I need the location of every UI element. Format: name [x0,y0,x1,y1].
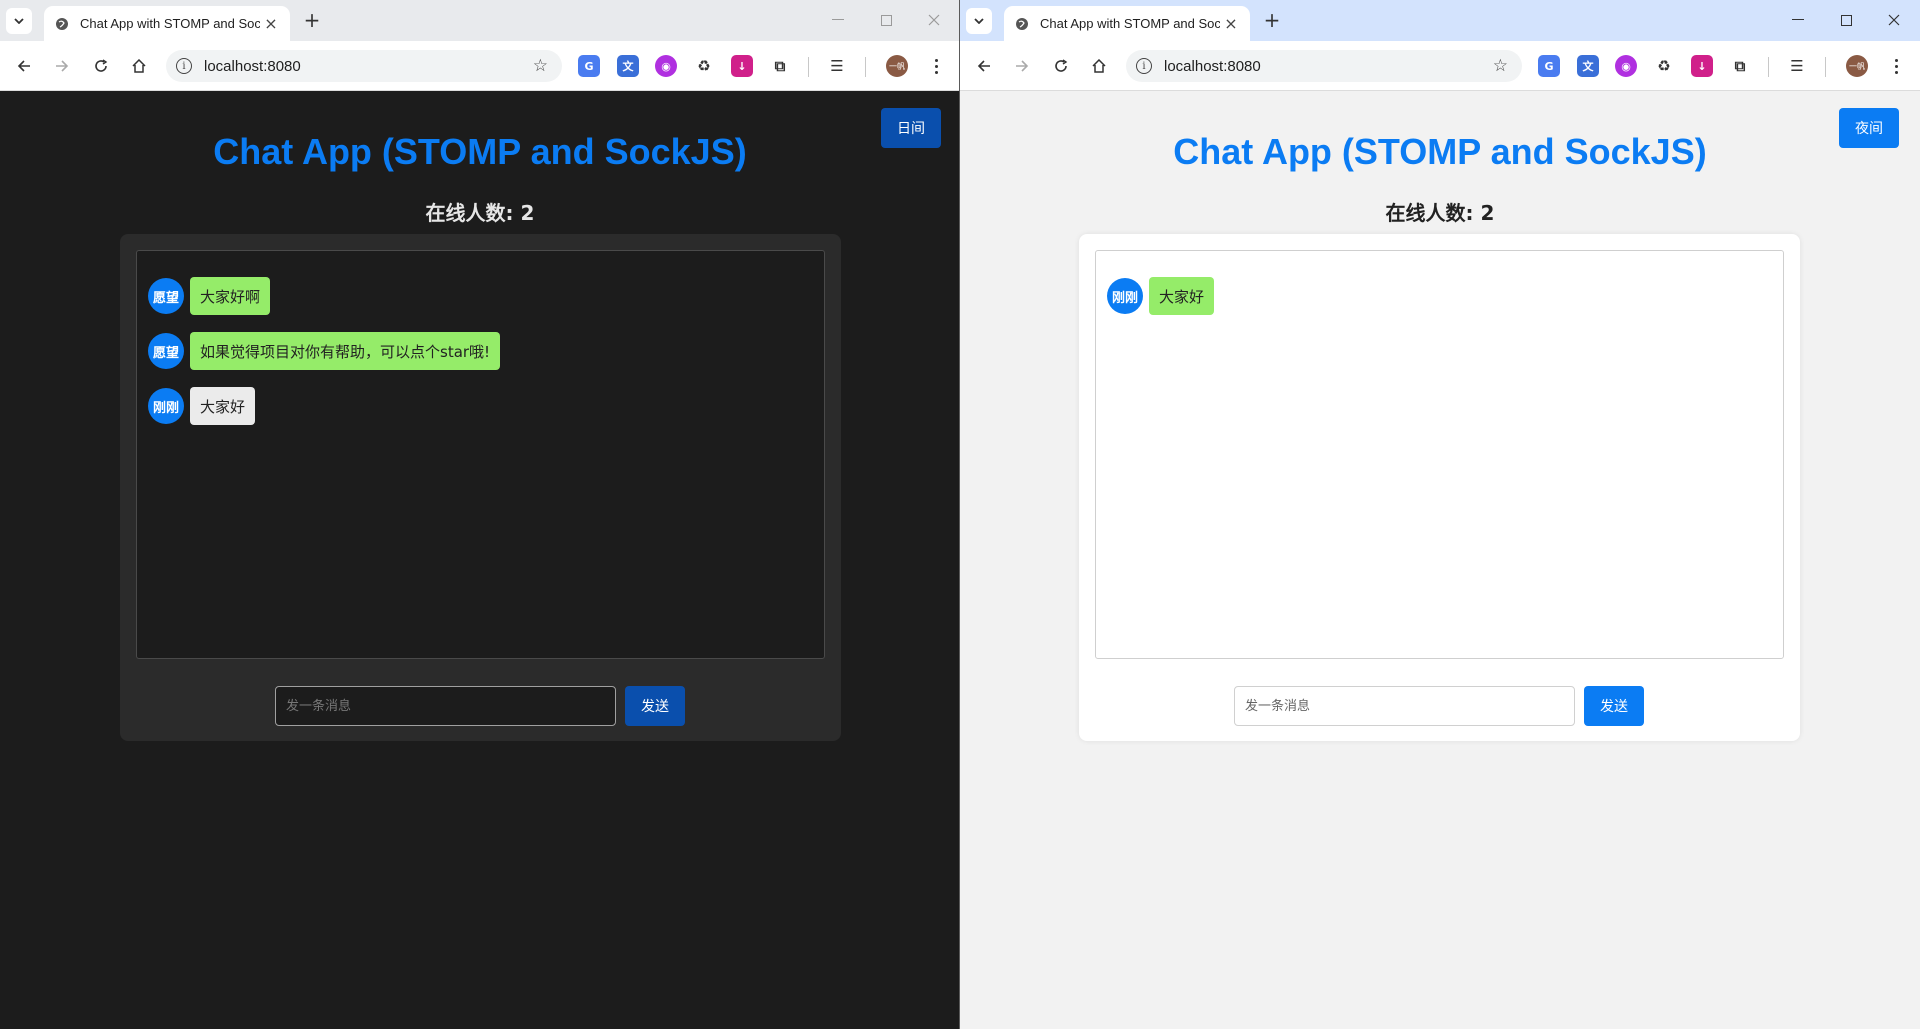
reload-icon[interactable] [90,55,112,77]
message-bubble: 如果觉得项目对你有帮助，可以点个star哦! [190,332,501,370]
browser-window-right: Chat App with STOMP and SockJS × + [960,0,1920,1029]
message-input[interactable] [275,686,616,726]
minimize-icon[interactable] [1786,8,1810,32]
profile-avatar[interactable]: 一帆 [1846,55,1868,77]
bookmark-star-icon[interactable]: ☆ [533,56,548,76]
forward-arrow-icon[interactable] [51,55,73,77]
close-tab-icon[interactable]: × [1222,14,1240,33]
home-icon[interactable] [1088,55,1110,77]
message-item: 愿望 如果觉得项目对你有帮助，可以点个star哦! [148,332,501,370]
recycle-extension-icon[interactable]: ♻ [693,55,715,77]
extension-icon-purple[interactable]: ◉ [1615,55,1637,77]
page-title: Chat App (STOMP and SockJS) [1173,131,1707,172]
message-item: 刚刚 大家好 [148,387,256,425]
url-text: localhost:8080 [1164,57,1261,75]
globe-icon [1014,16,1030,32]
avatar: 刚刚 [148,388,184,424]
browser-toolbar: i localhost:8080 ☆ G 文 ◉ ♻ ↓ ⧉ ☰ 一帆 [960,41,1920,91]
toolbar-divider [1825,57,1826,77]
chat-page-dark: 日间 Chat App (STOMP and SockJS) 在线人数: 2 愿… [0,91,959,1029]
message-composer: 发送 [1079,686,1800,726]
close-window-icon[interactable] [1882,8,1906,32]
site-info-icon[interactable]: i [176,58,192,74]
tab-search-button[interactable] [966,8,992,34]
online-count: 在线人数: 2 [425,201,535,225]
message-list[interactable]: 愿望 大家好啊 愿望 如果觉得项目对你有帮助，可以点个star哦! 刚刚 大家好 [136,250,825,659]
download-extension-icon[interactable]: ↓ [1691,55,1713,77]
close-window-icon[interactable] [922,8,946,32]
message-input[interactable] [1234,686,1575,726]
tab-title: Chat App with STOMP and SockJS [1040,16,1220,31]
close-tab-icon[interactable]: × [262,14,280,33]
maximize-icon[interactable] [874,8,898,32]
reading-list-icon[interactable]: ☰ [1786,55,1808,77]
new-tab-button[interactable]: + [300,8,324,32]
browser-menu-icon[interactable] [928,55,944,77]
avatar: 愿望 [148,278,184,314]
toolbar-divider [1768,57,1769,77]
browser-tab[interactable]: Chat App with STOMP and SockJS × [1004,6,1250,41]
screen: Chat App with STOMP and SockJS × + [0,0,1920,1029]
extension-icon-purple[interactable]: ◉ [655,55,677,77]
avatar: 愿望 [148,333,184,369]
back-arrow-icon[interactable] [973,55,995,77]
message-item: 愿望 大家好啊 [148,277,271,315]
back-arrow-icon[interactable] [13,55,35,77]
globe-icon [54,16,70,32]
address-bar[interactable]: i localhost:8080 ☆ [166,50,562,82]
extensions-puzzle-icon[interactable]: ⧉ [1729,55,1751,77]
home-icon[interactable] [128,55,150,77]
chat-card: 愿望 大家好啊 愿望 如果觉得项目对你有帮助，可以点个star哦! 刚刚 大家好… [120,234,841,741]
minimize-icon[interactable] [826,8,850,32]
chat-page-light: 夜间 Chat App (STOMP and SockJS) 在线人数: 2 刚… [960,91,1920,1029]
message-bubble: 大家好啊 [190,277,271,315]
recycle-extension-icon[interactable]: ♻ [1653,55,1675,77]
browser-tab[interactable]: Chat App with STOMP and SockJS × [44,6,290,41]
url-text: localhost:8080 [204,57,301,75]
forward-arrow-icon[interactable] [1011,55,1033,77]
message-bubble: 大家好 [190,387,256,425]
toolbar-divider [808,57,809,77]
avatar: 刚刚 [1107,278,1143,314]
reload-icon[interactable] [1050,55,1072,77]
translate-extension-icon[interactable]: G [1538,55,1560,77]
new-tab-button[interactable]: + [1260,8,1284,32]
tab-strip: Chat App with STOMP and SockJS × + [0,0,959,41]
page-title: Chat App (STOMP and SockJS) [213,131,747,172]
message-bubble: 大家好 [1149,277,1215,315]
tab-strip: Chat App with STOMP and SockJS × + [960,0,1920,41]
message-composer: 发送 [120,686,841,726]
message-list[interactable]: 刚刚 大家好 [1095,250,1784,659]
translate-extension-icon-2[interactable]: 文 [617,55,639,77]
extensions-puzzle-icon[interactable]: ⧉ [769,55,791,77]
browser-menu-icon[interactable] [1888,55,1904,77]
tab-title: Chat App with STOMP and SockJS [80,16,260,31]
download-extension-icon[interactable]: ↓ [731,55,753,77]
profile-avatar[interactable]: 一帆 [886,55,908,77]
chat-card: 刚刚 大家好 发送 [1079,234,1800,741]
tab-search-button[interactable] [6,8,32,34]
translate-extension-icon[interactable]: G [578,55,600,77]
message-item: 刚刚 大家好 [1107,277,1215,315]
maximize-icon[interactable] [1834,8,1858,32]
reading-list-icon[interactable]: ☰ [826,55,848,77]
translate-extension-icon-2[interactable]: 文 [1577,55,1599,77]
send-button[interactable]: 发送 [1584,686,1644,726]
send-button[interactable]: 发送 [625,686,685,726]
online-count: 在线人数: 2 [1385,201,1495,225]
browser-window-left: Chat App with STOMP and SockJS × + [0,0,960,1029]
browser-toolbar: i localhost:8080 ☆ G 文 ◉ ♻ ↓ ⧉ ☰ 一帆 [0,41,959,91]
address-bar[interactable]: i localhost:8080 ☆ [1126,50,1522,82]
site-info-icon[interactable]: i [1136,58,1152,74]
bookmark-star-icon[interactable]: ☆ [1493,56,1508,76]
toolbar-divider [865,57,866,77]
